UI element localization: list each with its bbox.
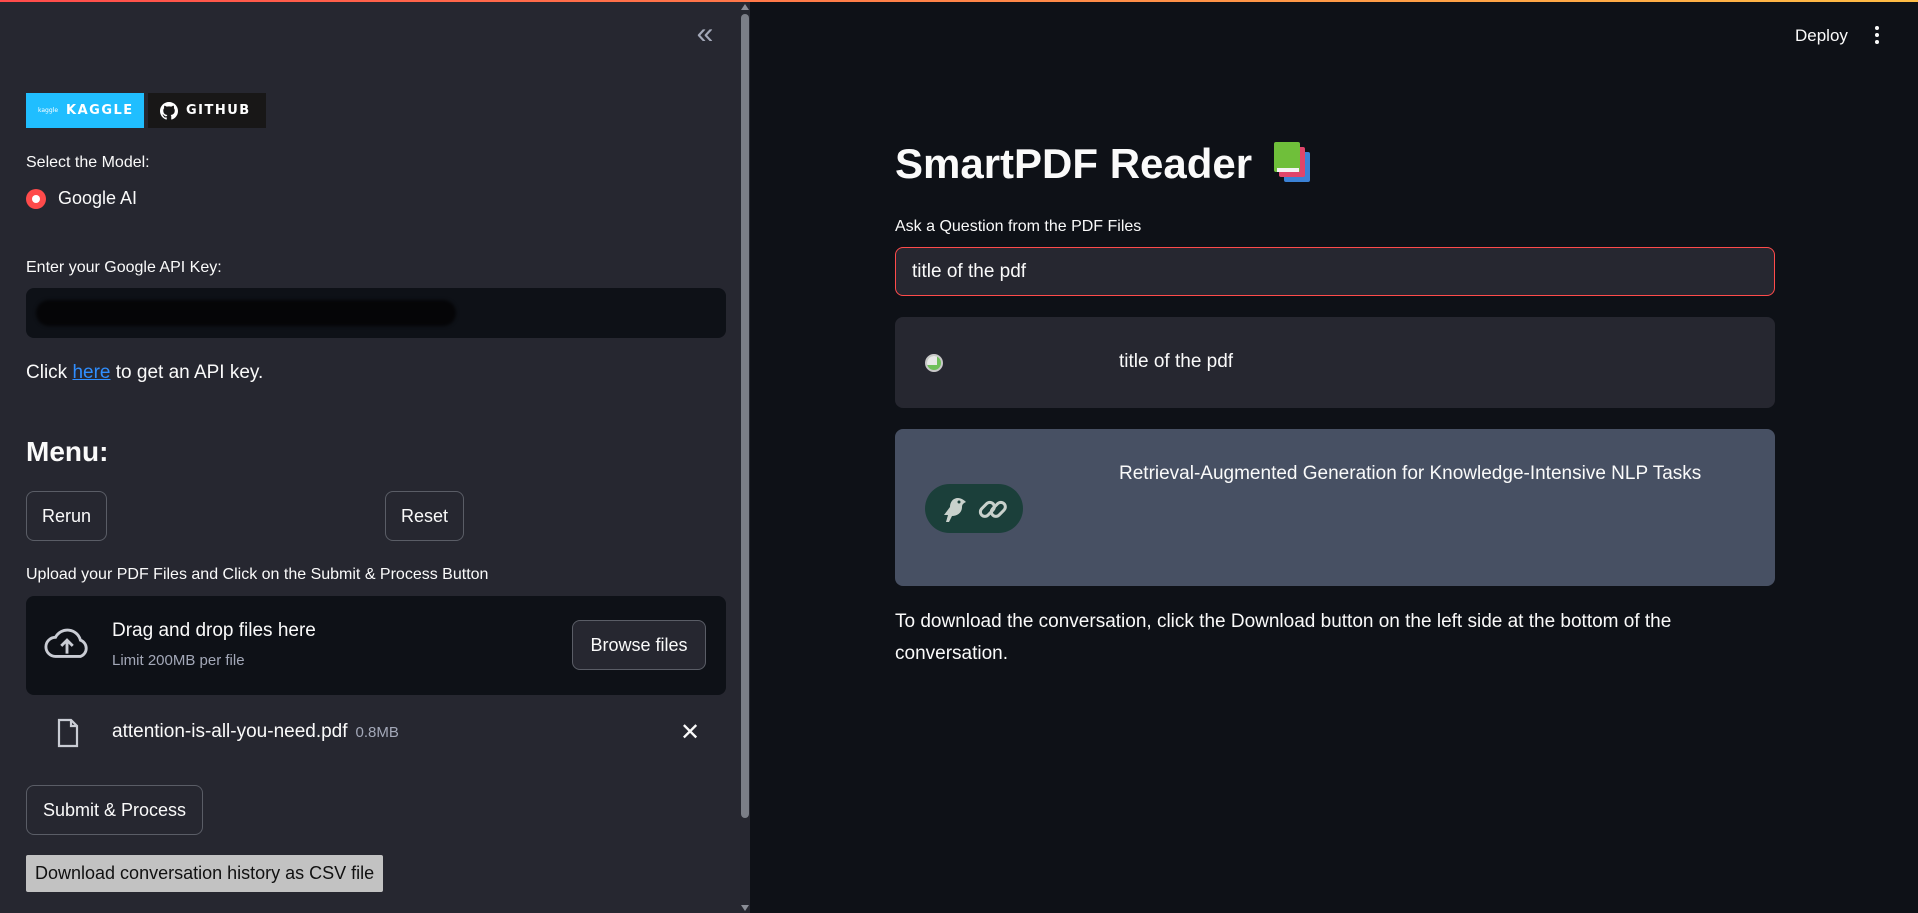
- cloud-upload-icon: [44, 628, 88, 658]
- github-logo-icon: [160, 101, 178, 120]
- download-csv-button[interactable]: Download conversation history as CSV fil…: [26, 855, 384, 892]
- scroll-down-arrow-icon[interactable]: [741, 905, 749, 911]
- reset-button[interactable]: Reset: [385, 491, 464, 541]
- uploaded-file-row: attention-is-all-you-need.pdf 0.8MB ✕: [26, 712, 726, 756]
- api-key-input[interactable]: [26, 288, 726, 338]
- model-select-label: Select the Model:: [26, 154, 150, 171]
- badge-row: kaggle KAGGLE GITHUB: [26, 93, 266, 128]
- kaggle-badge[interactable]: kaggle KAGGLE: [26, 93, 144, 128]
- assistant-message-text: Retrieval-Augmented Generation for Knowl…: [1119, 463, 1702, 484]
- api-key-redacted-value: [36, 300, 456, 326]
- download-instructions: To download the conversation, click the …: [895, 611, 1672, 664]
- api-key-help-text: Click here to get an API key.: [26, 362, 263, 384]
- api-key-link[interactable]: here: [72, 362, 110, 383]
- api-key-label: Enter your Google API Key:: [26, 259, 222, 276]
- rerun-button[interactable]: Rerun: [26, 491, 107, 541]
- chat-message-user: title of the pdf: [895, 317, 1775, 408]
- upload-label: Upload your PDF Files and Click on the S…: [26, 566, 489, 583]
- sidebar-scroll-thumb[interactable]: [741, 14, 749, 818]
- user-message-text: title of the pdf: [1119, 351, 1234, 372]
- file-icon: [57, 718, 79, 748]
- menu-heading: Menu:: [26, 436, 109, 467]
- dropzone-subtitle: Limit 200MB per file: [112, 652, 245, 669]
- link-icon: [978, 500, 1007, 518]
- parrot-link-icon: [925, 484, 1023, 533]
- deploy-button[interactable]: Deploy: [1795, 26, 1848, 46]
- remove-file-close-icon[interactable]: ✕: [680, 718, 700, 747]
- radio-selected-icon[interactable]: [26, 188, 46, 209]
- question-label: Ask a Question from the PDF Files: [895, 218, 1142, 235]
- file-size: 0.8MB: [355, 724, 399, 741]
- chat-message-assistant: Retrieval-Augmented Generation for Knowl…: [895, 429, 1775, 586]
- question-input[interactable]: title of the pdf: [895, 247, 1775, 296]
- user-avatar-icon: [925, 354, 943, 372]
- model-radio-option[interactable]: Google AI: [26, 188, 137, 209]
- submit-process-button[interactable]: Submit & Process: [26, 785, 203, 835]
- browse-files-button[interactable]: Browse files: [572, 620, 706, 670]
- uploaded-file-name: attention-is-all-you-need.pdf 0.8MB: [112, 721, 399, 743]
- file-dropzone[interactable]: Drag and drop files here Limit 200MB per…: [26, 596, 726, 695]
- collapse-sidebar-icon[interactable]: «: [690, 19, 720, 50]
- top-decoration-bar: [0, 0, 1918, 2]
- page-title-text: SmartPDF Reader: [895, 140, 1253, 187]
- kaggle-badge-label: KAGGLE: [66, 103, 134, 118]
- books-icon: [1274, 142, 1311, 182]
- help-suffix: to get an API key.: [115, 362, 264, 383]
- scroll-up-arrow-icon[interactable]: [741, 4, 749, 10]
- sidebar: « kaggle KAGGLE GITHUB Select the Model:…: [0, 0, 750, 913]
- kaggle-logo-icon: kaggle: [38, 107, 59, 114]
- kebab-menu-icon[interactable]: [1872, 24, 1882, 46]
- model-option-label: Google AI: [58, 188, 138, 208]
- github-badge-label: GITHUB: [186, 103, 251, 118]
- parrot-icon: [944, 497, 966, 522]
- dropzone-title: Drag and drop files here: [112, 620, 316, 641]
- help-prefix: Click: [26, 362, 68, 383]
- page-title: SmartPDF Reader: [895, 140, 1318, 188]
- file-name-text: attention-is-all-you-need.pdf: [112, 721, 348, 742]
- github-badge[interactable]: GITHUB: [148, 93, 266, 128]
